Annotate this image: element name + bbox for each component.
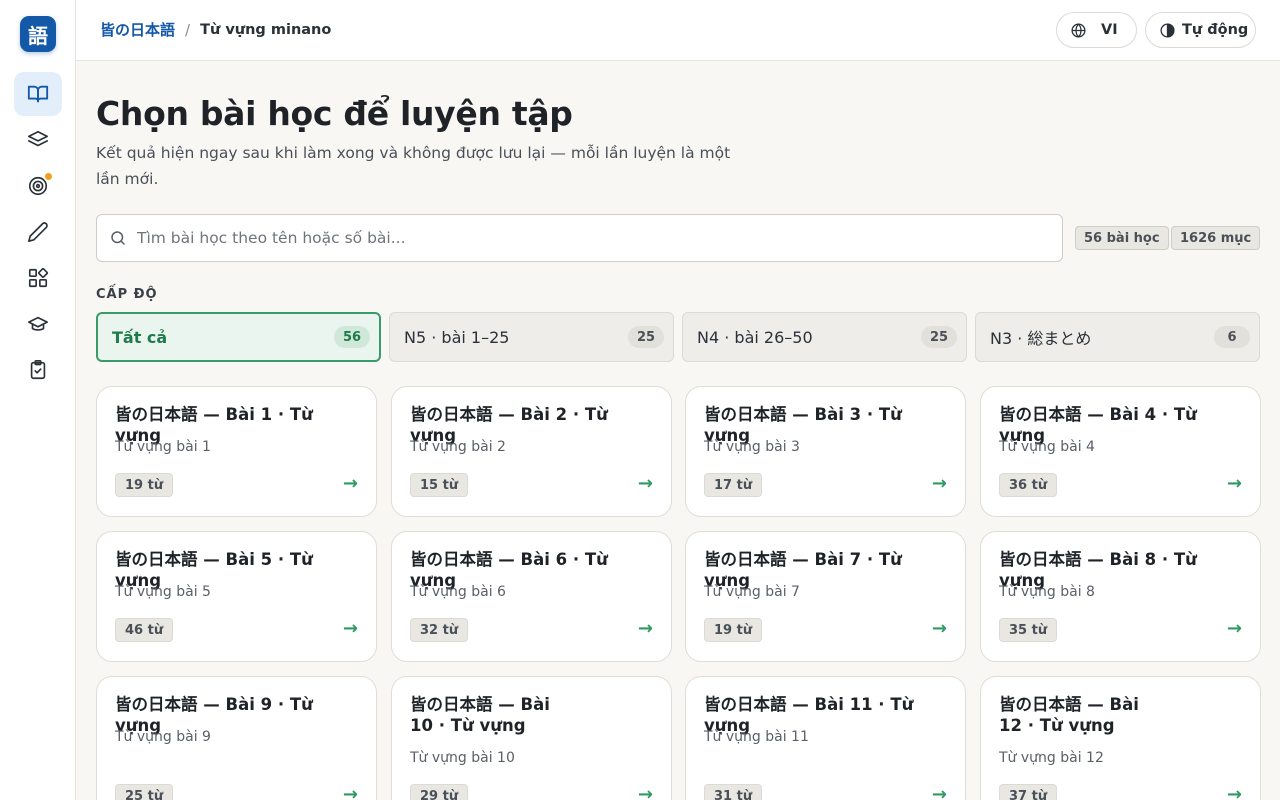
level-filter-all[interactable]: Tất cả 56 <box>96 312 381 362</box>
grid-icon <box>28 267 49 288</box>
lesson-card[interactable]: 皆の日本語 — Bài 12 · Từ vựng Từ vựng bài 12 … <box>980 676 1261 800</box>
nav-target[interactable] <box>14 164 62 208</box>
contrast-icon <box>1160 22 1175 38</box>
lesson-card[interactable]: 皆の日本語 — Bài 4 · Từ vựng Từ vựng bài 4 36… <box>980 386 1261 517</box>
arrow-right-icon: → <box>1226 618 1242 639</box>
level-section-label: CẤP ĐỘ <box>96 287 158 302</box>
nav-vocabulary[interactable] <box>14 72 62 116</box>
nav-grid[interactable] <box>14 256 62 300</box>
lesson-word-count: 19 từ <box>704 618 763 642</box>
arrow-right-icon: → <box>637 618 653 639</box>
layers-icon <box>28 130 48 147</box>
breadcrumb-separator: / <box>185 20 191 39</box>
lesson-card-subtitle: Từ vựng bài 10 <box>410 750 515 766</box>
clipboard-check-icon <box>30 360 46 380</box>
level-filter-count: 56 <box>334 326 370 348</box>
lesson-card-subtitle: Từ vựng bài 9 <box>115 729 211 745</box>
arrow-right-icon: → <box>637 473 653 494</box>
lesson-card-subtitle: Từ vựng bài 5 <box>115 584 211 600</box>
lesson-card-subtitle: Từ vựng bài 8 <box>999 584 1095 600</box>
nav-write[interactable] <box>14 210 62 254</box>
arrow-right-icon: → <box>1226 473 1242 494</box>
theme-label: Tự động <box>1182 22 1249 38</box>
breadcrumb-home-link[interactable]: 皆の日本語 <box>100 19 175 40</box>
lesson-card-subtitle: Từ vựng bài 11 <box>704 729 809 745</box>
lesson-card[interactable]: 皆の日本語 — Bài 7 · Từ vựng Từ vựng bài 7 19… <box>685 531 966 662</box>
lesson-word-count: 36 từ <box>999 473 1058 497</box>
lesson-card[interactable]: 皆の日本語 — Bài 3 · Từ vựng Từ vựng bài 3 17… <box>685 386 966 517</box>
language-button[interactable]: VI <box>1056 12 1137 48</box>
lesson-card-subtitle: Từ vựng bài 6 <box>410 584 506 600</box>
arrow-right-icon: → <box>342 784 358 800</box>
lesson-word-count: 37 từ <box>999 784 1058 800</box>
lesson-card[interactable]: 皆の日本語 — Bài 11 · Từ vựng Từ vựng bài 11 … <box>685 676 966 800</box>
arrow-right-icon: → <box>931 618 947 639</box>
item-count-badge: 1626 mục <box>1171 226 1261 250</box>
graduation-cap-icon <box>28 316 48 331</box>
lesson-card[interactable]: 皆の日本語 — Bài 8 · Từ vựng Từ vựng bài 8 35… <box>980 531 1261 662</box>
nav-courses[interactable] <box>14 302 62 346</box>
search-input[interactable] <box>137 229 1017 247</box>
level-filter-count: 6 <box>1214 326 1250 348</box>
level-filter-n4[interactable]: N4 · bài 26–50 25 <box>682 312 967 362</box>
lesson-word-count: 25 từ <box>115 784 174 800</box>
lesson-card-title: 皆の日本語 — Bài 10 · Từ vựng <box>410 695 550 735</box>
lesson-word-count: 29 từ <box>410 784 469 800</box>
level-filter-n3[interactable]: N3 · 総まとめ 6 <box>975 312 1260 362</box>
lesson-card[interactable]: 皆の日本語 — Bài 9 · Từ vựng Từ vựng bài 9 25… <box>96 676 377 800</box>
app-logo[interactable]: 語 <box>20 16 56 52</box>
lesson-card[interactable]: 皆の日本語 — Bài 1 · Từ vựng Từ vựng bài 1 19… <box>96 386 377 517</box>
lesson-word-count: 31 từ <box>704 784 763 800</box>
language-label: VI <box>1101 22 1118 38</box>
lesson-card-subtitle: Từ vựng bài 7 <box>704 584 800 600</box>
arrow-right-icon: → <box>342 618 358 639</box>
level-filter-label: N5 · bài 1–25 <box>404 327 510 347</box>
level-filter-label: Tất cả <box>112 327 168 347</box>
lesson-card-subtitle: Từ vựng bài 2 <box>410 439 506 455</box>
globe-icon <box>1071 22 1086 38</box>
lesson-card-subtitle: Từ vựng bài 12 <box>999 750 1104 766</box>
pencil-icon <box>28 222 48 242</box>
breadcrumb: 皆の日本語 / Từ vựng minano <box>100 19 331 40</box>
lesson-word-count: 17 từ <box>704 473 763 497</box>
arrow-right-icon: → <box>637 784 653 800</box>
nav-layers[interactable] <box>14 118 62 162</box>
lesson-count-badge: 56 bài học <box>1075 226 1169 250</box>
page-subtitle: Kết quả hiện ngay sau khi làm xong và kh… <box>96 144 731 188</box>
lesson-card[interactable]: 皆の日本語 — Bài 5 · Từ vựng Từ vựng bài 5 46… <box>96 531 377 662</box>
theme-button[interactable]: Tự động <box>1145 12 1256 48</box>
search-box[interactable] <box>96 214 1063 262</box>
lesson-card[interactable]: 皆の日本語 — Bài 10 · Từ vựng Từ vựng bài 10 … <box>391 676 672 800</box>
breadcrumb-current: Từ vựng minano <box>200 21 332 38</box>
lesson-card-subtitle: Từ vựng bài 1 <box>115 439 211 455</box>
level-filter-count: 25 <box>921 326 957 348</box>
page-title: Chọn bài học để luyện tập <box>96 94 573 133</box>
lesson-card-title: 皆の日本語 — Bài 12 · Từ vựng <box>999 695 1139 735</box>
notification-dot <box>45 173 52 180</box>
lesson-word-count: 35 từ <box>999 618 1058 642</box>
lesson-card[interactable]: 皆の日本語 — Bài 6 · Từ vựng Từ vựng bài 6 32… <box>391 531 672 662</box>
lesson-card-subtitle: Từ vựng bài 3 <box>704 439 800 455</box>
lesson-word-count: 46 từ <box>115 618 174 642</box>
lesson-card-subtitle: Từ vựng bài 4 <box>999 439 1095 455</box>
level-filter-label: N3 · 総まとめ <box>990 329 1092 348</box>
lesson-word-count: 19 từ <box>115 473 174 497</box>
nav-tests[interactable] <box>14 348 62 392</box>
lesson-word-count: 32 từ <box>410 618 469 642</box>
arrow-right-icon: → <box>342 473 358 494</box>
arrow-right-icon: → <box>1226 784 1242 800</box>
search-icon <box>111 231 125 245</box>
level-filter-count: 25 <box>628 326 664 348</box>
arrow-right-icon: → <box>931 473 947 494</box>
book-open-icon <box>27 85 49 103</box>
arrow-right-icon: → <box>931 784 947 800</box>
sidebar: 語 <box>0 0 76 800</box>
lesson-card[interactable]: 皆の日本語 — Bài 2 · Từ vựng Từ vựng bài 2 15… <box>391 386 672 517</box>
level-filter-label: N4 · bài 26–50 <box>697 327 813 347</box>
level-filter-n5[interactable]: N5 · bài 1–25 25 <box>389 312 674 362</box>
topbar: 皆の日本語 / Từ vựng minano VI Tự động <box>76 0 1280 61</box>
lesson-word-count: 15 từ <box>410 473 469 497</box>
